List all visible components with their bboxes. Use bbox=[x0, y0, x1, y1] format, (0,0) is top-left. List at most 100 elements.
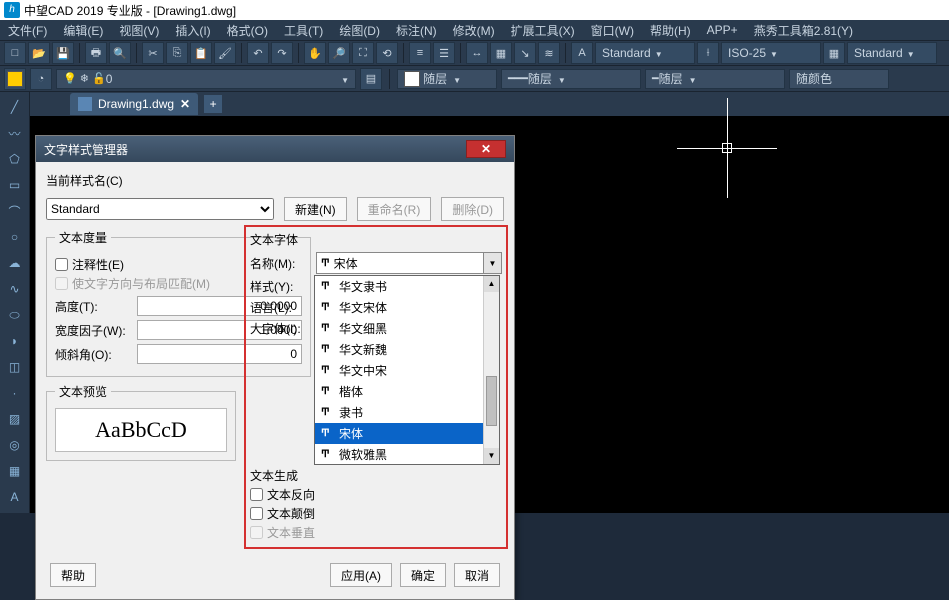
font-item[interactable]: Ͳ隶书 bbox=[315, 402, 499, 423]
text-style-icon[interactable]: A bbox=[571, 42, 593, 64]
props-icon[interactable]: ☰ bbox=[433, 42, 455, 64]
text-style-dropdown[interactable]: Standard bbox=[595, 42, 695, 64]
spline-icon[interactable]: ∿ bbox=[2, 277, 28, 301]
preview-icon[interactable]: 🔍 bbox=[109, 42, 131, 64]
menu-file[interactable]: 文件(F) bbox=[0, 20, 55, 41]
zoom-icon[interactable]: 🔎 bbox=[328, 42, 350, 64]
copy-icon[interactable]: ⎘ bbox=[166, 42, 188, 64]
font-item[interactable]: Ͳ华文新魏 bbox=[315, 339, 499, 360]
font-name-select[interactable]: Ͳ宋体 bbox=[316, 252, 502, 274]
point-icon[interactable]: · bbox=[2, 381, 28, 405]
table-icon[interactable]: ▦ bbox=[490, 42, 512, 64]
menu-view[interactable]: 视图(V) bbox=[111, 20, 167, 41]
scroll-up-icon[interactable]: ▲ bbox=[484, 276, 499, 292]
pline-icon[interactable]: 〰 bbox=[2, 121, 28, 145]
apply-button[interactable]: 应用(A) bbox=[330, 563, 392, 587]
menu-app[interactable]: APP+ bbox=[699, 21, 746, 39]
region-icon[interactable]: ◎ bbox=[2, 433, 28, 457]
dialog-titlebar[interactable]: 文字样式管理器 ✕ bbox=[36, 136, 514, 162]
help-button[interactable]: 帮助 bbox=[50, 563, 96, 587]
match-icon[interactable]: 🖌 bbox=[214, 42, 236, 64]
font-dropdown-list[interactable]: Ͳ华文隶书 Ͳ华文宋体 Ͳ华文细黑 Ͳ华文新魏 Ͳ华文中宋 Ͳ楷体 Ͳ隶书 Ͳ宋… bbox=[314, 275, 500, 465]
dim-style-dropdown[interactable]: ISO-25 bbox=[721, 42, 821, 64]
menu-help[interactable]: 帮助(H) bbox=[642, 20, 699, 41]
menu-modify[interactable]: 修改(M) bbox=[445, 20, 503, 41]
rect-icon[interactable]: ▭ bbox=[2, 173, 28, 197]
menu-format[interactable]: 格式(O) bbox=[219, 20, 276, 41]
plotstyle-dropdown[interactable]: 随颜色 bbox=[789, 69, 889, 89]
tab-label: Drawing1.dwg bbox=[98, 97, 174, 111]
font-item[interactable]: Ͳ华文中宋 bbox=[315, 360, 499, 381]
scroll-thumb[interactable] bbox=[486, 376, 497, 426]
tab-drawing1[interactable]: Drawing1.dwg ✕ bbox=[70, 93, 198, 115]
table-draw-icon[interactable]: ▦ bbox=[2, 459, 28, 483]
font-dropdown-arrow[interactable] bbox=[483, 253, 501, 273]
dialog-close-button[interactable]: ✕ bbox=[466, 140, 506, 158]
app-titlebar: h 中望CAD 2019 专业版 - [Drawing1.dwg] bbox=[0, 0, 949, 20]
ellipse-icon[interactable]: ⬭ bbox=[2, 303, 28, 327]
zoomprev-icon[interactable]: ⟲ bbox=[376, 42, 398, 64]
upsidedown-checkbox[interactable] bbox=[250, 507, 263, 520]
new-style-button[interactable]: 新建(N) bbox=[284, 197, 347, 221]
layer-yellow-icon[interactable] bbox=[4, 68, 26, 90]
backwards-checkbox[interactable] bbox=[250, 488, 263, 501]
color-dropdown[interactable]: 随层 bbox=[397, 69, 497, 89]
hatch-icon[interactable]: ▨ bbox=[2, 407, 28, 431]
polygon-icon[interactable]: ⬠ bbox=[2, 147, 28, 171]
font-item-selected[interactable]: Ͳ宋体 bbox=[315, 423, 499, 444]
block-icon[interactable]: ◫ bbox=[2, 355, 28, 379]
arc-icon[interactable]: ⌒ bbox=[2, 199, 28, 223]
layer-mgr-icon[interactable]: ◔ bbox=[30, 68, 52, 90]
dwg-icon bbox=[78, 97, 92, 111]
font-item[interactable]: Ͳ华文隶书 bbox=[315, 276, 499, 297]
new-icon[interactable]: □ bbox=[4, 42, 26, 64]
print-icon[interactable]: 🖶 bbox=[85, 42, 107, 64]
tab-close-icon[interactable]: ✕ bbox=[180, 97, 190, 111]
font-item[interactable]: Ͳ华文细黑 bbox=[315, 318, 499, 339]
lineweight-dropdown[interactable]: ━ 随层 bbox=[645, 69, 785, 89]
dropdown-scrollbar[interactable]: ▲ ▼ bbox=[483, 276, 499, 464]
tbl-style-icon[interactable]: ▦ bbox=[823, 42, 845, 64]
current-style-label: 当前样式名(C) bbox=[46, 172, 504, 189]
font-item[interactable]: Ͳ微软雅黑 bbox=[315, 444, 499, 465]
menu-tools[interactable]: 工具(T) bbox=[276, 20, 331, 41]
ellipsearc-icon[interactable]: ◗ bbox=[2, 329, 28, 353]
menu-draw[interactable]: 绘图(D) bbox=[331, 20, 388, 41]
layerstate-icon[interactable]: ▤ bbox=[360, 68, 382, 90]
layer-dropdown[interactable]: 💡 ❄ 🔓 0 bbox=[56, 69, 356, 89]
font-item[interactable]: Ͳ楷体 bbox=[315, 381, 499, 402]
undo-icon[interactable]: ↶ bbox=[247, 42, 269, 64]
ok-button[interactable]: 确定 bbox=[400, 563, 446, 587]
tbl-style-dropdown[interactable]: Standard bbox=[847, 42, 937, 64]
font-item[interactable]: Ͳ华文宋体 bbox=[315, 297, 499, 318]
menu-window[interactable]: 窗口(W) bbox=[583, 20, 642, 41]
cut-icon[interactable]: ✂ bbox=[142, 42, 164, 64]
dim-style-icon[interactable]: ⟊ bbox=[697, 42, 719, 64]
dim-icon[interactable]: ↔ bbox=[466, 42, 488, 64]
linetype-dropdown[interactable]: ━━━ 随层 bbox=[501, 69, 641, 89]
menu-yanxiu[interactable]: 燕秀工具箱2.81(Y) bbox=[746, 20, 861, 41]
open-icon[interactable]: 📂 bbox=[28, 42, 50, 64]
cancel-button[interactable]: 取消 bbox=[454, 563, 500, 587]
layers-icon[interactable]: ≡ bbox=[409, 42, 431, 64]
revcloud-icon[interactable]: ☁ bbox=[2, 251, 28, 275]
mtext-icon[interactable]: A bbox=[2, 485, 28, 509]
circle-icon[interactable]: ○ bbox=[2, 225, 28, 249]
current-style-select[interactable]: Standard bbox=[46, 198, 274, 220]
tab-add-button[interactable]: + bbox=[204, 95, 222, 113]
scroll-down-icon[interactable]: ▼ bbox=[484, 448, 499, 464]
menu-insert[interactable]: 插入(I) bbox=[167, 20, 218, 41]
annotative-checkbox[interactable] bbox=[55, 258, 68, 271]
menu-extend[interactable]: 扩展工具(X) bbox=[503, 20, 583, 41]
app-icon: h bbox=[4, 2, 20, 18]
leader-icon[interactable]: ↘ bbox=[514, 42, 536, 64]
mline-icon[interactable]: ≋ bbox=[538, 42, 560, 64]
menu-edit[interactable]: 编辑(E) bbox=[55, 20, 111, 41]
menu-dim[interactable]: 标注(N) bbox=[388, 20, 445, 41]
save-icon[interactable]: 💾 bbox=[52, 42, 74, 64]
redo-icon[interactable]: ↷ bbox=[271, 42, 293, 64]
paste-icon[interactable]: 📋 bbox=[190, 42, 212, 64]
pan-icon[interactable]: ✋ bbox=[304, 42, 326, 64]
zoomwin-icon[interactable]: ⛶ bbox=[352, 42, 374, 64]
line-icon[interactable]: ╱ bbox=[2, 95, 28, 119]
